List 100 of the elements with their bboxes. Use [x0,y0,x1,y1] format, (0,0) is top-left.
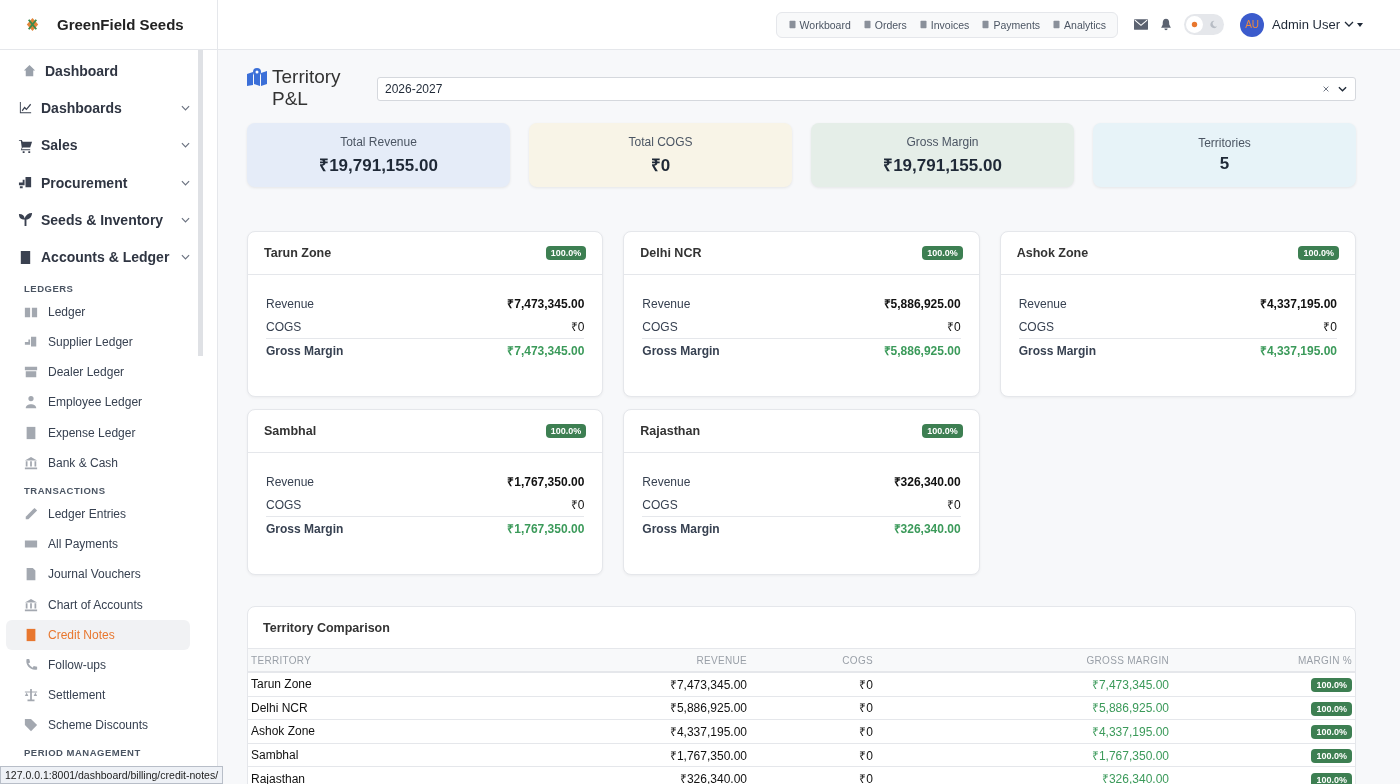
table-cell: ₹1,767,350.00 [1091,748,1169,763]
metric-value: ₹4,337,195.00 [1259,343,1337,359]
sidebar-item[interactable]: Expense Ledger [6,417,190,448]
metric-value: ₹7,473,345.00 [507,343,585,359]
chevron-icon [181,254,190,261]
moon-icon [1209,20,1219,29]
sidebar-item[interactable]: Seeds & Inventory [6,201,198,239]
territory-name: Delhi NCR [640,246,702,260]
metric-label: COGS [1018,319,1054,334]
chevron-icon [181,142,190,149]
metric-value: ₹0 [570,319,585,335]
nav-link[interactable]: Invoices [913,18,975,31]
home-icon [22,63,37,79]
metric-value: ₹326,340.00 [893,521,961,537]
sidebar-item[interactable]: Ledger Entries [6,498,190,530]
metric-label: Gross Margin [642,343,720,358]
table-cell: ₹0 [859,701,873,716]
sidebar-item[interactable]: Scheme Discounts [6,710,190,741]
table-cell: Ashok Zone [251,724,316,739]
stat-label: Total COGS [628,134,693,149]
section-heading: LEDGERS [23,281,75,296]
year-select[interactable]: 2026-2027 [377,77,1356,101]
stat-label: Gross Margin [906,134,979,149]
margin-badge: 100.0% [922,424,963,438]
chevron-icon [1338,86,1347,92]
metric-label: Revenue [642,474,691,489]
sidebar-item[interactable]: Chart of Accounts [6,589,190,620]
sidebar-item[interactable]: Settlement [6,680,190,711]
metric-label: Gross Margin [266,343,344,358]
tag-icon [24,718,38,733]
nav-link[interactable]: Payments [976,18,1046,31]
column-header: MARGIN % [1172,648,1355,672]
column-header: COGS [750,648,876,672]
bell-icon[interactable] [1160,18,1173,31]
metric-label: COGS [266,319,302,334]
table-cell: Tarun Zone [251,677,312,692]
mail-icon[interactable] [1134,19,1149,30]
table-cell: ₹7,473,345.00 [669,677,747,692]
metric-value: ₹0 [946,319,961,335]
sidebar-item[interactable]: Dashboard [6,52,198,90]
sidebar-item[interactable]: Accounts & Ledger [6,238,198,276]
margin-badge: 100.0% [1311,678,1352,693]
stat-label: Total Revenue [340,134,417,149]
table-cell: Delhi NCR [251,700,308,715]
metric-label: Revenue [266,296,315,311]
stat-label: Territories [1198,136,1251,150]
stat-value: 5 [1219,154,1230,174]
sidebar-item[interactable]: All Payments [6,529,190,560]
nav-link[interactable]: Orders [857,18,912,31]
nav-link[interactable]: Analytics [1047,18,1112,31]
margin-badge: 100.0% [1311,772,1352,784]
metric-value: ₹0 [1323,319,1337,335]
sidebar-item[interactable]: Ledger [6,296,190,327]
metric-value: ₹5,886,925.00 [883,343,961,359]
metric-label: Gross Margin [266,521,344,536]
metric-label: Gross Margin [1018,343,1096,358]
line-chart-icon [18,100,33,116]
sidebar-item[interactable]: Dealer Ledger [6,357,190,388]
territory-name: Ashok Zone [1016,246,1089,260]
clear-icon[interactable] [1322,85,1330,93]
bank-icon [24,597,38,612]
table-cell: ₹0 [859,725,873,739]
metric-value: ₹0 [946,497,961,513]
sidebar-item[interactable]: Journal Vouchers [6,559,190,590]
territory-name: Tarun Zone [264,246,332,260]
metric-value: ₹7,473,345.00 [507,296,585,312]
nav-link[interactable]: Workboard [782,18,856,31]
theme-toggle[interactable] [1184,14,1225,35]
phone-icon [24,657,38,672]
column-header: REVENUE [494,648,750,672]
stat-value: ₹19,791,155.00 [883,154,1002,176]
metric-label: COGS [642,319,678,334]
metric-value: ₹326,340.00 [893,474,961,490]
metric-label: Revenue [266,474,315,489]
table-cell: ₹1,767,350.00 [669,748,747,763]
metric-value: ₹0 [570,497,585,513]
margin-badge: 100.0% [922,246,963,260]
table-cell: ₹0 [859,772,873,784]
territory-name: Rajasthan [640,424,701,438]
sidebar-item[interactable]: Dashboards [6,89,198,127]
user-menu[interactable]: Admin User [1272,17,1364,32]
metric-label: Revenue [642,296,691,311]
chevron-icon [1344,20,1364,29]
sidebar-item[interactable]: Procurement [6,163,198,202]
seedling-icon [18,212,33,228]
margin-badge: 100.0% [1311,725,1352,740]
table-cell: Sambhal [251,748,299,763]
sun-icon [1190,20,1200,29]
chevron-icon [181,179,190,186]
sidebar-item[interactable]: Follow-ups [6,649,190,681]
page-title: Territory P&L [272,66,342,110]
metric-label: COGS [642,497,678,512]
table-cell: ₹7,473,345.00 [1091,677,1169,692]
metric-value: ₹1,767,350.00 [507,521,585,537]
table-cell: ₹326,340.00 [1101,772,1169,784]
sidebar-item[interactable]: Supplier Ledger [6,326,190,358]
column-header: TERRITORY [248,648,494,672]
sidebar-item[interactable]: Bank & Cash [6,447,190,478]
sidebar-item[interactable]: Sales [6,126,198,164]
sidebar-item[interactable]: Employee Ledger [6,387,190,418]
